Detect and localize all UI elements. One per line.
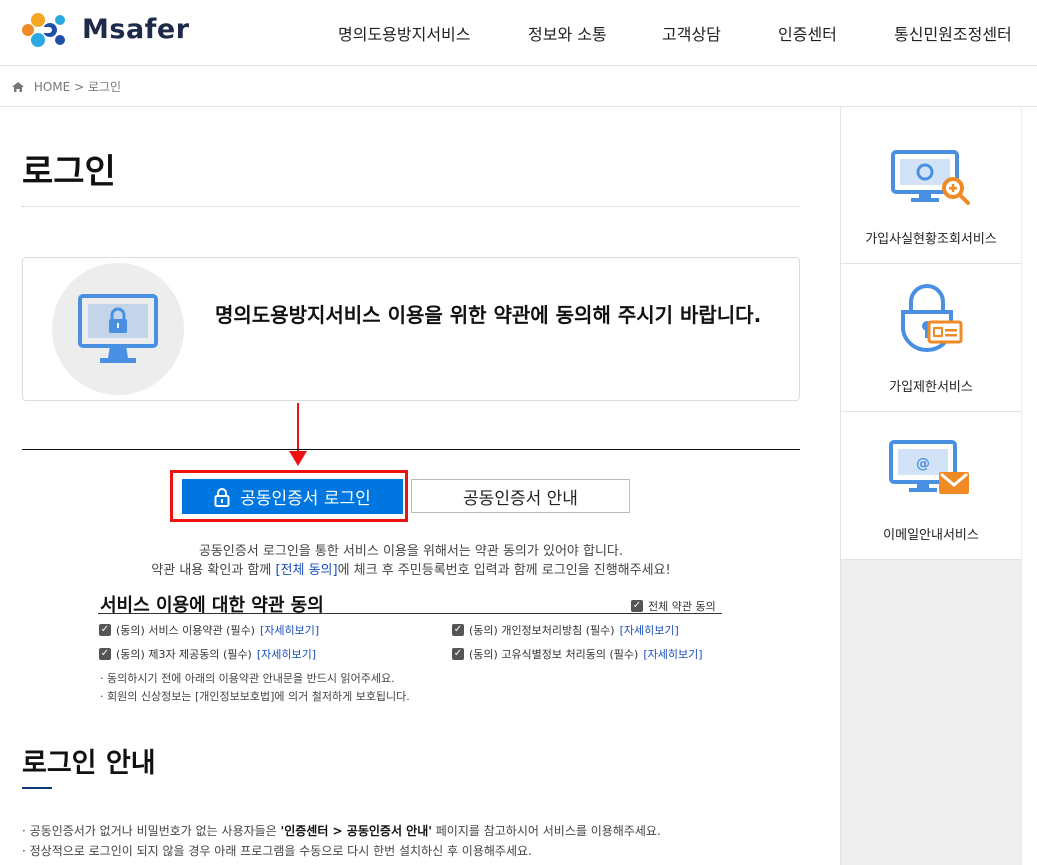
term-detail-link[interactable]: [자세히보기] xyxy=(257,646,316,662)
guide-line-1: · 공동인증서가 없거나 비밀번호가 없는 사용자들은 '인증센터 > 공동인증… xyxy=(22,822,661,839)
checkbox-checked-icon[interactable]: ✓ xyxy=(99,648,111,660)
home-icon[interactable] xyxy=(12,81,24,92)
term-detail-link[interactable]: [자세히보기] xyxy=(260,622,319,638)
certificate-guide-button[interactable]: 공동인증서 안내 xyxy=(411,479,630,513)
info-line-1: 공동인증서 로그인을 통한 서비스 이용을 위해서는 약관 동의가 있어야 합니… xyxy=(198,544,624,559)
sidebar-item-label[interactable]: 이메일안내서비스 xyxy=(841,524,1021,543)
agree-all-label: 전체 약관 동의 xyxy=(648,600,716,613)
guide-title-underline xyxy=(22,787,52,789)
term-label: (동의) 제3자 제공동의 (필수) xyxy=(116,648,252,661)
checkbox-checked-icon[interactable]: ✓ xyxy=(452,648,464,660)
checkbox-checked-icon[interactable]: ✓ xyxy=(99,624,111,636)
guide-line-2: · 정상적으로 로그인이 되지 않을 경우 아래 프로그램을 수동으로 다시 한… xyxy=(22,844,532,858)
term-label: (동의) 서비스 이용약관 (필수) xyxy=(116,624,255,637)
svg-text:@: @ xyxy=(916,456,930,472)
login-guide-title: 로그인 안내 xyxy=(22,748,156,779)
guide-line-1-emphasis: '인증센터 > 공동인증서 안내' xyxy=(280,824,432,838)
term-detail-link[interactable]: [자세히보기] xyxy=(643,646,702,662)
term-third-party-checkbox[interactable]: ✓ (동의) 제3자 제공동의 (필수) [자세히보기] xyxy=(99,646,316,662)
certificate-login-button[interactable]: 공동인증서 로그인 xyxy=(182,479,403,514)
breadcrumb-bar xyxy=(0,66,1037,107)
logo-text[interactable]: Msafer xyxy=(82,14,190,45)
title-divider xyxy=(22,206,800,207)
info-line-2-pre: 약관 내용 확인과 함께 xyxy=(151,563,276,578)
all-agree-link[interactable]: [전체 동의] xyxy=(275,563,337,578)
lock-icon xyxy=(214,487,230,507)
guide-line-1-pre: · 공동인증서가 없거나 비밀번호가 없는 사용자들은 xyxy=(22,824,281,838)
terms-divider xyxy=(98,613,722,614)
lock-card-icon xyxy=(901,284,963,353)
term-label: (동의) 고유식별정보 처리동의 (필수) xyxy=(469,648,639,661)
nav-customer-support[interactable]: 고객상담 xyxy=(662,21,721,45)
guide-line-1-post: 페이지를 참고하시어 서비스를 이용해주세요. xyxy=(431,824,661,838)
term-detail-link[interactable]: [자세히보기] xyxy=(620,622,679,638)
term-service-checkbox[interactable]: ✓ (동의) 서비스 이용약관 (필수) [자세히보기] xyxy=(99,622,319,638)
nav-identity-theft-prevention[interactable]: 명의도용방지서비스 xyxy=(338,21,470,45)
breadcrumb: HOME > 로그인 xyxy=(12,78,121,95)
checkbox-checked-icon[interactable]: ✓ xyxy=(631,600,643,612)
term-privacy-checkbox[interactable]: ✓ (동의) 개인정보처리방침 (필수) [자세히보기] xyxy=(452,622,679,638)
monitor-search-icon xyxy=(891,150,970,205)
breadcrumb-separator: > xyxy=(74,80,85,94)
notice-message: 명의도용방지서비스 이용을 위한 약관에 동의해 주시기 바랍니다. xyxy=(215,303,762,327)
page-title: 로그인 xyxy=(22,152,116,192)
nav-certificate-center[interactable]: 인증센터 xyxy=(778,21,837,45)
sidebar-item-label[interactable]: 가입사실현황조회서비스 xyxy=(841,228,1021,247)
agree-all-checkbox[interactable]: ✓ 전체 약관 동의 xyxy=(631,598,716,614)
monitor-email-icon: @ xyxy=(889,440,969,494)
section-divider xyxy=(22,449,800,450)
term-label: (동의) 개인정보처리방침 (필수) xyxy=(469,624,615,637)
monitor-lock-icon xyxy=(78,294,158,363)
nav-telecom-mediation[interactable]: 통신민원조정센터 xyxy=(894,21,1012,45)
breadcrumb-home[interactable]: HOME xyxy=(34,80,70,94)
red-arrow-down-icon xyxy=(289,403,307,466)
terms-note: · 회원의 신상정보는 [개인정보보호법]에 의거 철저하게 보호됩니다. xyxy=(100,690,410,703)
checkbox-checked-icon[interactable]: ✓ xyxy=(452,624,464,636)
info-line-2-post: 에 체크 후 주민등록번호 입력과 함께 로그인을 진행해주세요! xyxy=(337,563,671,578)
info-line-2: 약관 내용 확인과 함께 [전체 동의]에 체크 후 주민등록번호 입력과 함께… xyxy=(22,559,800,578)
guide-button-label: 공동인증서 안내 xyxy=(463,488,578,509)
terms-note: · 동의하시기 전에 아래의 이용약관 안내문을 반드시 읽어주세요. xyxy=(100,672,395,685)
term-unique-id-checkbox[interactable]: ✓ (동의) 고유식별정보 처리동의 (필수) [자세히보기] xyxy=(452,646,703,662)
login-button-label: 공동인증서 로그인 xyxy=(240,489,371,509)
breadcrumb-current: 로그인 xyxy=(87,80,122,94)
nav-info-communication[interactable]: 정보와 소통 xyxy=(528,21,607,45)
sidebar-item-label[interactable]: 가입제한서비스 xyxy=(841,376,1021,395)
